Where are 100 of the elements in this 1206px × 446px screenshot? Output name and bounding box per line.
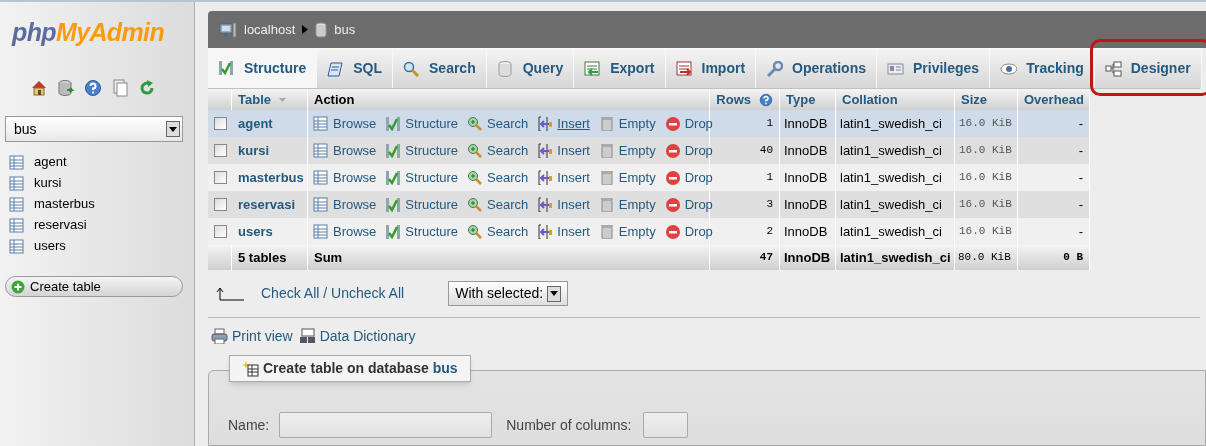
table-link[interactable]: masterbus [238,167,304,188]
create-table-button[interactable]: Create table [5,276,183,297]
action-link[interactable]: Drop [684,167,713,188]
tab[interactable]: Search [393,48,487,88]
action-link[interactable]: Browse [333,221,377,242]
action-link[interactable]: Empty [618,167,656,188]
column-header[interactable]: Collation [842,89,898,110]
action-link[interactable]: Empty [618,140,656,161]
tab[interactable]: SQL [317,48,393,88]
structure-icon [385,197,401,212]
minus-circle-icon [664,143,680,158]
columns-field[interactable] [642,412,688,438]
action-link[interactable]: Structure [405,140,459,161]
home-icon[interactable] [30,79,48,97]
checkbox[interactable] [213,144,227,157]
tab[interactable]: Operations [756,48,877,88]
tab[interactable]: Structure [208,48,318,88]
search-icon [467,116,483,131]
database-arrow-icon[interactable] [57,79,75,97]
link[interactable]: Data Dictionary [319,325,416,347]
help-icon[interactable] [84,79,102,97]
structure-icon [385,170,401,185]
table-cell-text: latin1_swedish_ci [840,141,942,160]
action-link[interactable]: Browse [333,194,377,215]
action-link[interactable]: Drop [684,194,713,215]
breadcrumb-link[interactable]: bus [334,19,356,40]
table-link[interactable]: agent [34,152,67,172]
action-link[interactable]: Empty [618,194,656,215]
search-icon [467,224,483,239]
table-link[interactable]: agent [238,113,273,134]
action-link[interactable]: Search [487,113,529,134]
tab[interactable]: Privileges [877,48,991,88]
action-link[interactable]: Empty [618,221,656,242]
search-icon [467,143,483,158]
action-link[interactable]: Search [487,140,529,161]
insert-row-icon [537,197,553,212]
tab[interactable]: Query [486,48,575,88]
action-link[interactable]: Empty [618,113,656,134]
name-field[interactable] [279,412,493,438]
column-header[interactable]: Overhead [1024,89,1084,110]
action-link[interactable]: Structure [405,221,459,242]
database-select[interactable]: bus [5,116,183,142]
action-link[interactable]: Structure [405,194,459,215]
tab[interactable]: Export [574,48,666,88]
tab[interactable]: Import [665,48,757,88]
table-link[interactable]: reservasi [34,215,87,235]
column-header[interactable]: Table [238,89,271,110]
action-link[interactable]: Browse [333,113,377,134]
action-link[interactable]: Structure [405,113,459,134]
table-cell-text: InnoDB [784,141,828,160]
column-header[interactable]: Rows [716,89,751,110]
action-link[interactable]: Insert [557,140,590,161]
table-link[interactable]: users [34,236,66,256]
checkbox[interactable] [213,198,227,211]
table-cell-text: - [1078,195,1083,214]
action-link[interactable]: Browse [333,167,377,188]
action-link[interactable]: Structure [405,167,459,188]
action-link[interactable]: Drop [684,221,713,242]
table-link[interactable]: kursi [34,173,62,193]
action-link[interactable]: Search [487,167,529,188]
action-link[interactable]: Insert [557,167,590,188]
check-all-link[interactable]: Check All / Uncheck All [261,283,405,304]
action-link[interactable]: Insert [557,221,590,242]
action-link[interactable]: Insert [557,194,590,215]
insert-row-icon [537,170,553,185]
table-cell-text: InnoDB [784,195,828,214]
action-link[interactable]: Drop [684,113,713,134]
table-icon [9,238,24,254]
breadcrumb-link[interactable]: localhost [244,19,296,40]
action-link[interactable]: Drop [684,140,713,161]
logo: phpMyAdmin [12,20,166,45]
table-link[interactable]: kursi [238,140,270,161]
table-link[interactable]: reservasi [238,194,296,215]
table-cell-text: - [1078,114,1083,133]
link[interactable]: Print view [232,325,293,347]
table-cell-text: 16.0 KiB [959,224,1012,240]
reload-icon[interactable] [138,79,156,97]
checkbox[interactable] [213,225,227,238]
table-link[interactable]: users [238,221,273,242]
action-link[interactable]: Browse [333,140,377,161]
table-cell-text: Sum [314,248,343,267]
documents-icon[interactable] [111,79,129,97]
action-link[interactable]: Insert [557,113,590,134]
printer-icon [211,328,228,344]
with-selected-dropdown[interactable]: With selected: [448,281,569,306]
checkbox[interactable] [213,117,227,130]
table-cell-text: latin1_swedish_ci [840,195,942,214]
checkbox[interactable] [213,171,227,184]
tab[interactable]: Tracking [990,48,1095,88]
computer-icon [219,21,237,38]
table-cell-text: 40 [759,143,773,159]
search-icon [403,60,420,77]
insert-row-icon [537,143,553,158]
column-header[interactable]: Type [786,89,816,110]
action-link[interactable]: Search [487,221,529,242]
tab[interactable]: Designer [1094,48,1202,88]
column-header[interactable]: Size [961,89,987,110]
table-cell-text: latin1_swedish_ci [840,168,942,187]
action-link[interactable]: Search [487,194,529,215]
table-link[interactable]: masterbus [34,194,95,214]
